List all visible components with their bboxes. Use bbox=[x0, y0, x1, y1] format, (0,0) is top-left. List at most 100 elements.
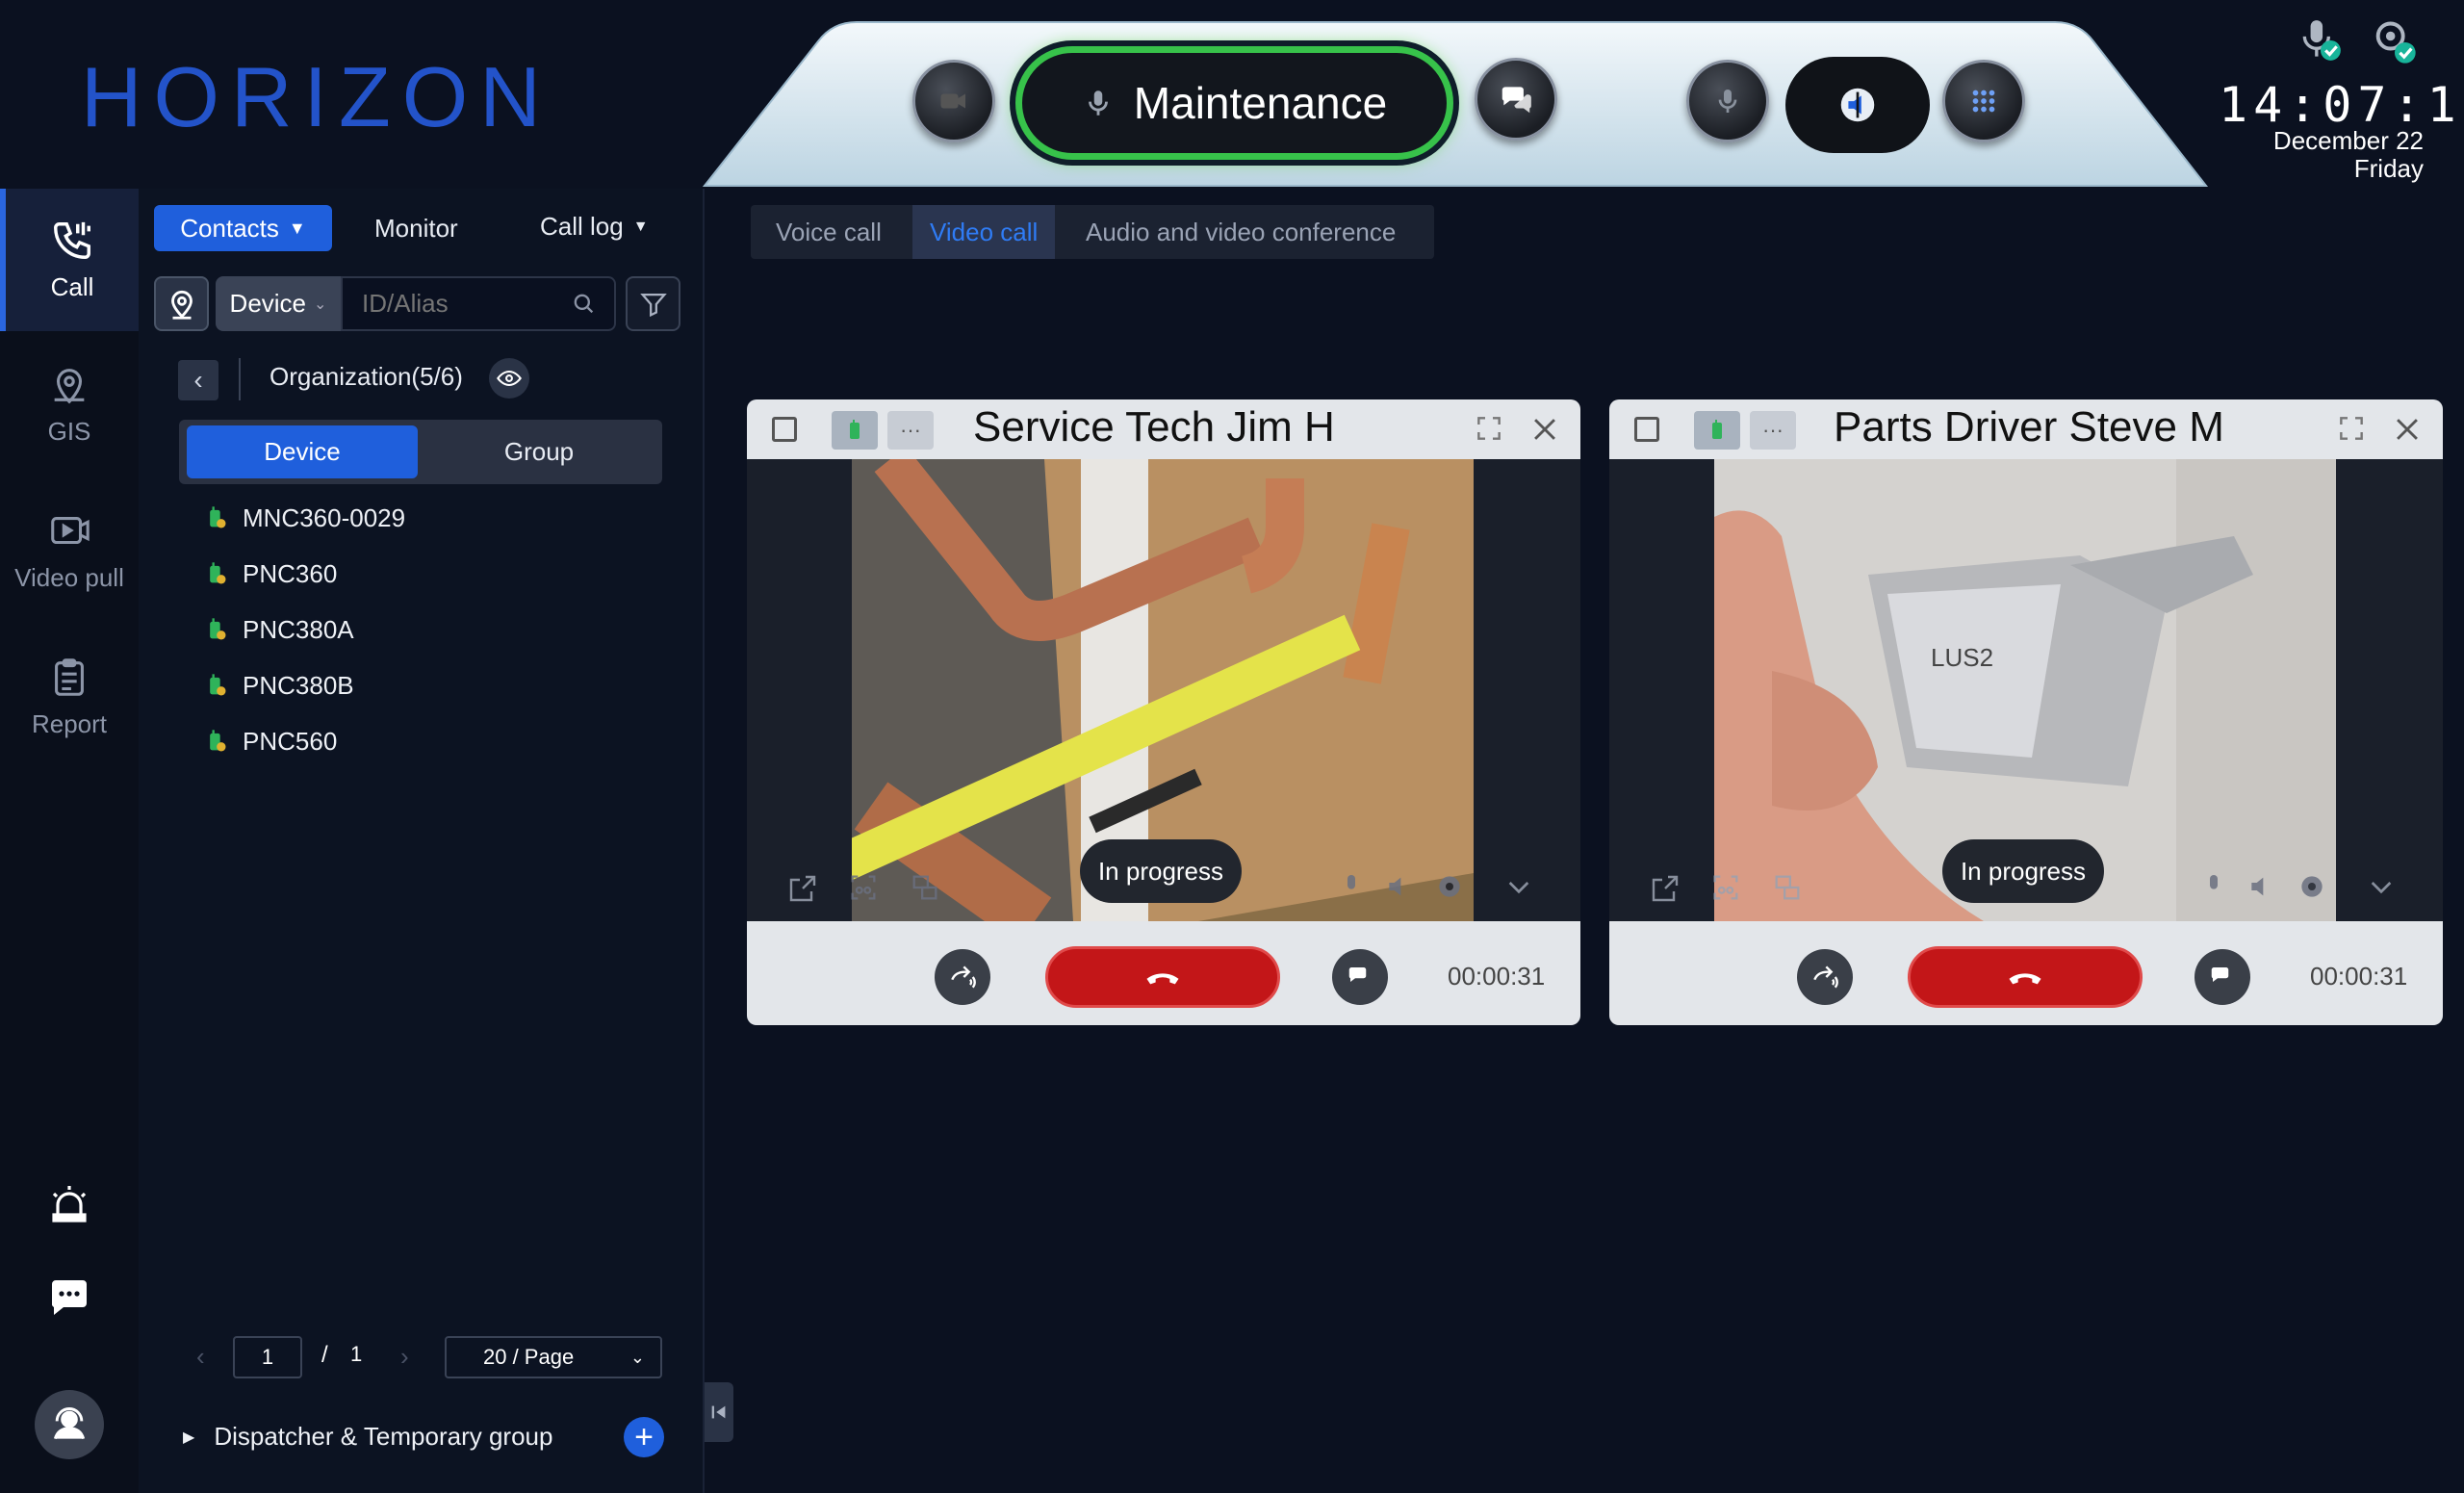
mute-mic-icon[interactable] bbox=[2198, 871, 2229, 907]
channel-name: Maintenance bbox=[1133, 78, 1388, 128]
tab-voice-call[interactable]: Voice call bbox=[776, 205, 882, 259]
transfer-icon bbox=[1813, 965, 1838, 989]
tab-video-call[interactable]: Video call bbox=[912, 205, 1056, 259]
device-list-item[interactable]: PNC380B bbox=[202, 666, 354, 705]
headset-agent-icon[interactable] bbox=[35, 1390, 104, 1459]
alarm-siren-icon[interactable] bbox=[46, 1180, 92, 1226]
chevron-down-icon[interactable] bbox=[2366, 871, 2397, 907]
chat-button[interactable] bbox=[2194, 949, 2250, 1005]
weekday-line: Friday bbox=[2353, 154, 2424, 183]
prev-page-icon[interactable]: ‹ bbox=[196, 1342, 205, 1372]
settings-gear-icon[interactable] bbox=[1434, 871, 1465, 907]
more-options-icon[interactable]: ··· bbox=[887, 411, 934, 450]
share-icon[interactable] bbox=[1648, 871, 1682, 911]
volume-icon[interactable] bbox=[2246, 871, 2277, 907]
next-page-icon[interactable]: › bbox=[400, 1342, 409, 1372]
segment-device[interactable]: Device bbox=[187, 425, 418, 478]
video-camera-icon bbox=[940, 93, 965, 109]
select-checkbox[interactable] bbox=[1634, 417, 1659, 442]
select-checkbox[interactable] bbox=[772, 417, 797, 442]
rail-item-report[interactable]: Report bbox=[0, 626, 139, 768]
video-call-panel: ··· Parts Driver Steve M LUS2 In progres… bbox=[1609, 399, 2443, 1025]
contacts-tab-button[interactable]: Contacts ▼ bbox=[154, 205, 332, 251]
caller-name: Service Tech Jim H bbox=[973, 403, 1335, 450]
clock: 14:07:13 bbox=[2219, 77, 2464, 133]
channel-talk-button[interactable]: Maintenance bbox=[1015, 46, 1453, 160]
call-log-tab[interactable]: Call log ▼ bbox=[540, 212, 649, 242]
call-duration: 00:00:31 bbox=[1448, 962, 1546, 991]
add-group-button[interactable]: + bbox=[624, 1417, 664, 1457]
rail-item-call[interactable]: Call bbox=[0, 189, 139, 331]
chat-bubble-icon[interactable] bbox=[46, 1274, 92, 1321]
hang-up-button[interactable] bbox=[1908, 946, 2143, 1008]
page-size-value: 20 / Page bbox=[483, 1345, 575, 1369]
speaker-icon bbox=[1840, 88, 1875, 122]
device-name: PNC380B bbox=[243, 670, 354, 700]
mic-button[interactable] bbox=[1686, 60, 1769, 142]
chevron-left-icon: ‹ bbox=[193, 365, 203, 395]
organization-label[interactable]: Organization(5/6) bbox=[270, 362, 463, 392]
monitor-tab[interactable]: Monitor bbox=[374, 214, 458, 244]
filter-button[interactable] bbox=[626, 276, 680, 331]
settings-gear-icon[interactable] bbox=[2297, 871, 2327, 907]
transfer-icon bbox=[951, 965, 976, 989]
more-options-icon[interactable]: ··· bbox=[1750, 411, 1796, 450]
app-root: { "app": {"logo": "HORIZON"}, "rail": [ … bbox=[0, 0, 2464, 1493]
device-name: PNC380A bbox=[243, 614, 354, 644]
location-button[interactable] bbox=[154, 276, 209, 331]
expand-icon[interactable] bbox=[2336, 413, 2367, 449]
rail-item-gis[interactable]: GIS bbox=[0, 333, 139, 476]
radio-device-icon bbox=[210, 674, 226, 696]
device-list-item[interactable]: MNC360-0029 bbox=[202, 499, 405, 537]
video-call-panel: ··· Service Tech Jim H In progress 00:00… bbox=[747, 399, 1580, 1025]
expand-icon[interactable] bbox=[1474, 413, 1504, 449]
rail-item-video-pull[interactable]: Video pull bbox=[0, 479, 139, 622]
device-list-item[interactable]: PNC360 bbox=[202, 554, 337, 593]
search-type-select[interactable]: Device ⌄ bbox=[216, 276, 341, 331]
radio-device-icon bbox=[210, 506, 226, 528]
chat-icon bbox=[1348, 967, 1367, 982]
screenshot-icon[interactable] bbox=[847, 871, 880, 909]
speaker-button[interactable] bbox=[1785, 57, 1930, 153]
app-logo: HORIZON bbox=[81, 49, 552, 144]
dispatcher-group-label: Dispatcher & Temporary group bbox=[214, 1422, 553, 1451]
left-rail: Call GIS Video pull Report bbox=[0, 189, 139, 1493]
share-icon[interactable] bbox=[785, 871, 820, 911]
screenshot-icon[interactable] bbox=[1709, 871, 1742, 909]
dispatcher-group-row[interactable]: ▶ Dispatcher & Temporary group bbox=[183, 1422, 552, 1452]
record-icon[interactable] bbox=[909, 871, 941, 909]
eye-icon[interactable] bbox=[489, 358, 529, 399]
segment-group[interactable]: Group bbox=[424, 425, 654, 478]
camera-status-check-icon bbox=[2368, 17, 2422, 67]
rail-label-gis: GIS bbox=[47, 416, 91, 446]
hang-up-icon bbox=[2009, 973, 2041, 985]
clipboard-icon bbox=[55, 657, 84, 696]
close-icon[interactable] bbox=[2391, 413, 2424, 450]
location-pin-icon bbox=[170, 290, 192, 320]
transfer-button[interactable] bbox=[935, 949, 990, 1005]
rail-label-report: Report bbox=[31, 708, 108, 738]
hang-up-button[interactable] bbox=[1045, 946, 1280, 1008]
search-icon[interactable] bbox=[570, 290, 599, 319]
record-icon[interactable] bbox=[1771, 871, 1804, 909]
back-button[interactable]: ‹ bbox=[178, 360, 218, 400]
mic-status-check-icon bbox=[2297, 13, 2345, 67]
chat-button[interactable] bbox=[1332, 949, 1388, 1005]
date-display: December 22 Friday bbox=[2194, 127, 2424, 183]
volume-icon[interactable] bbox=[1384, 871, 1415, 907]
message-button[interactable] bbox=[1475, 58, 1557, 141]
tab-conference[interactable]: Audio and video conference bbox=[1086, 205, 1396, 259]
device-name: MNC360-0029 bbox=[243, 502, 406, 532]
device-list-item[interactable]: PNC560 bbox=[202, 722, 337, 760]
camera-button[interactable] bbox=[912, 60, 995, 142]
mute-mic-icon[interactable] bbox=[1336, 871, 1367, 907]
page-number-input[interactable]: 1 bbox=[233, 1336, 302, 1378]
chevron-down-icon[interactable] bbox=[1503, 871, 1534, 907]
dialpad-button[interactable] bbox=[1942, 60, 2025, 142]
close-icon[interactable] bbox=[1528, 413, 1561, 450]
collapse-sidebar-button[interactable] bbox=[705, 1382, 733, 1442]
page-size-select[interactable]: 20 / Page ⌄ bbox=[445, 1336, 662, 1378]
caller-name: Parts Driver Steve M bbox=[1834, 403, 2224, 450]
transfer-button[interactable] bbox=[1797, 949, 1853, 1005]
device-list-item[interactable]: PNC380A bbox=[202, 610, 354, 649]
